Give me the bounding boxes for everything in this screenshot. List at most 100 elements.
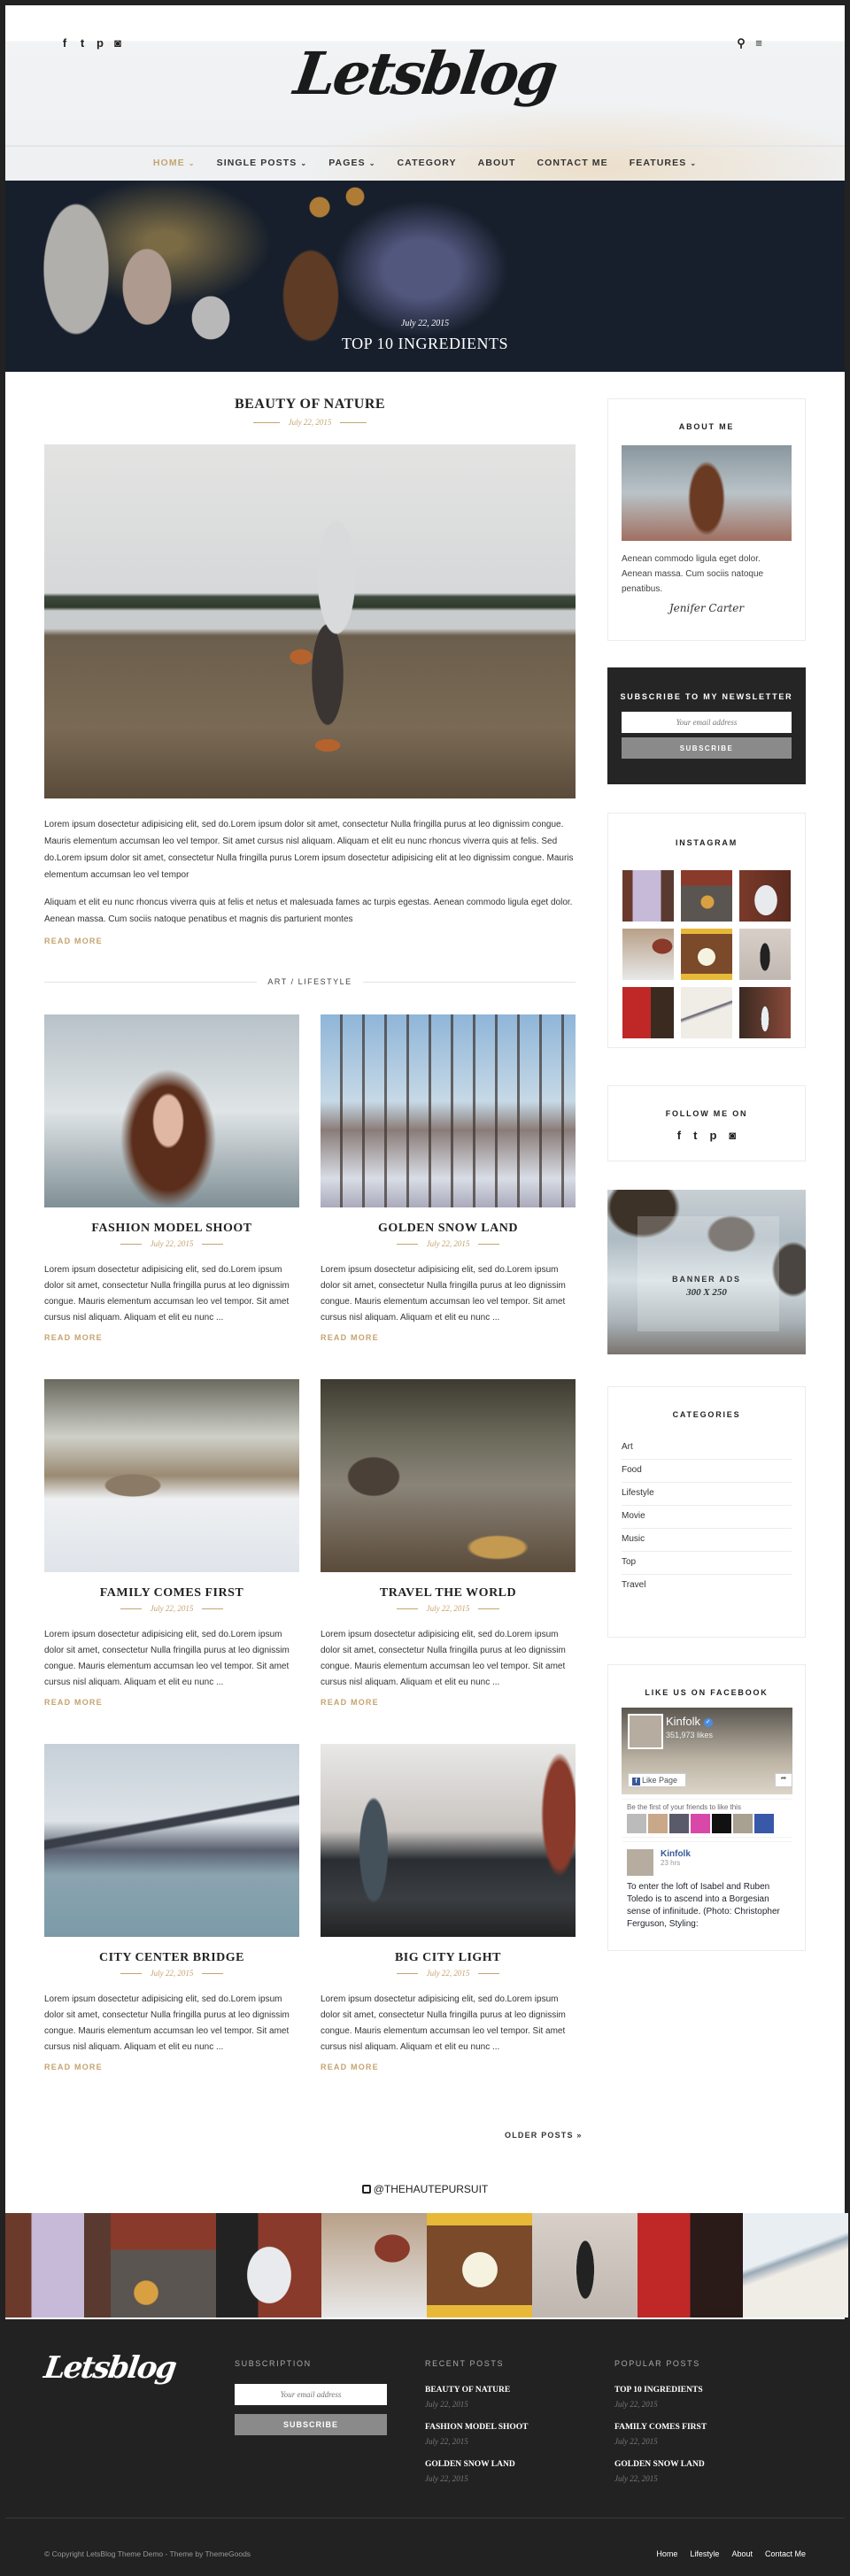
post-title[interactable]: BIG CITY LIGHT: [321, 1951, 576, 1965]
site-logo[interactable]: Letsblog: [5, 39, 845, 108]
friend-avatar[interactable]: [648, 1814, 668, 1833]
facebook-post-author[interactable]: Kinfolk: [661, 1849, 691, 1859]
friend-avatar[interactable]: [627, 1814, 646, 1833]
nav-item-features[interactable]: FEATURES ⌄: [619, 158, 707, 168]
instagram-photo[interactable]: [743, 2213, 848, 2318]
instagram-photo[interactable]: [622, 870, 674, 922]
nav-item-single-posts[interactable]: SINGLE POSTS ⌄: [206, 158, 319, 168]
facebook-share-button[interactable]: ➦: [775, 1773, 792, 1787]
read-more-link[interactable]: READ MORE: [44, 2063, 103, 2071]
footer-post: FASHION MODEL SHOOT July 22, 2015: [425, 2423, 528, 2446]
friend-avatar[interactable]: [712, 1814, 731, 1833]
featured-image[interactable]: [44, 444, 576, 798]
instagram-photo[interactable]: [681, 870, 732, 922]
read-more-link[interactable]: READ MORE: [321, 2063, 379, 2071]
post-thumbnail[interactable]: [321, 1014, 576, 1207]
post-title[interactable]: BEAUTY OF NATURE: [44, 397, 576, 413]
hero-title[interactable]: TOP 10 INGREDIENTS: [5, 335, 845, 353]
friend-avatar[interactable]: [691, 1814, 710, 1833]
hero-slider[interactable]: July 22, 2015 TOP 10 INGREDIENTS: [5, 181, 845, 372]
instagram-photo[interactable]: [427, 2213, 532, 2318]
nav-item-pages[interactable]: PAGES ⌄: [318, 158, 386, 168]
subscribe-button[interactable]: SUBSCRIBE: [622, 737, 792, 759]
category-item[interactable]: Music: [622, 1529, 792, 1552]
footer-link-home[interactable]: Home: [656, 2549, 677, 2558]
twitter-icon[interactable]: t: [693, 1129, 697, 1142]
facebook-like-page-button[interactable]: f Like Page: [628, 1773, 686, 1787]
footer-link-about[interactable]: About: [731, 2549, 753, 2558]
friends-text: Be the first of your friends to like thi…: [627, 1803, 741, 1811]
footer-logo[interactable]: Letsblog: [42, 2350, 177, 2386]
instagram-photo[interactable]: [111, 2213, 216, 2318]
post-thumbnail[interactable]: [321, 1379, 576, 1572]
instagram-photo[interactable]: [681, 987, 732, 1038]
footer-post-title[interactable]: GOLDEN SNOW LAND: [614, 2460, 707, 2469]
nav-item-about[interactable]: ABOUT: [468, 158, 527, 168]
search-icon[interactable]: ⚲: [735, 37, 747, 50]
newsletter-email-input[interactable]: [622, 712, 792, 733]
read-more-link[interactable]: READ MORE: [44, 1333, 103, 1342]
instagram-photo[interactable]: [216, 2213, 321, 2318]
instagram-photo[interactable]: [5, 2213, 111, 2318]
category-item[interactable]: Lifestyle: [622, 1483, 792, 1506]
category-links[interactable]: ART / LIFESTYLE: [267, 977, 352, 986]
footer-post-title[interactable]: TOP 10 INGREDIENTS: [614, 2386, 707, 2395]
instagram-handle[interactable]: @THEHAUTEPURSUIT: [0, 2183, 850, 2195]
footer-post-title[interactable]: FAMILY COMES FIRST: [614, 2423, 707, 2432]
facebook-page-name[interactable]: Kinfolk ✓: [666, 1715, 713, 1728]
post-title[interactable]: TRAVEL THE WORLD: [321, 1586, 576, 1600]
instagram-photo[interactable]: [622, 987, 674, 1038]
hamburger-menu-icon[interactable]: ≡: [753, 37, 765, 50]
post-thumbnail[interactable]: [44, 1744, 299, 1937]
banner-ad[interactable]: BANNER ADS 300 X 250: [607, 1190, 806, 1354]
instagram-photo[interactable]: [681, 929, 732, 980]
read-more-link[interactable]: READ MORE: [321, 1698, 379, 1707]
facebook-post-time[interactable]: 23 hrs: [661, 1859, 691, 1867]
chevron-down-icon: ⌄: [300, 159, 308, 167]
post-title[interactable]: FAMILY COMES FIRST: [44, 1586, 299, 1600]
friend-avatar[interactable]: [754, 1814, 774, 1833]
instagram-photo[interactable]: [739, 929, 791, 980]
facebook-icon[interactable]: f: [677, 1129, 681, 1142]
read-more-link[interactable]: READ MORE: [321, 1333, 379, 1342]
instagram-photo[interactable]: [739, 987, 791, 1038]
pinterest-icon[interactable]: p: [709, 1129, 716, 1142]
facebook-cover: Kinfolk ✓ 351,973 likes f Like Page ➦: [622, 1708, 792, 1794]
footer-post-title[interactable]: BEAUTY OF NATURE: [425, 2386, 528, 2395]
instagram-photo[interactable]: [739, 870, 791, 922]
category-item[interactable]: Food: [622, 1460, 792, 1483]
facebook-post-avatar[interactable]: [627, 1849, 653, 1876]
friend-avatar[interactable]: [669, 1814, 689, 1833]
post-title[interactable]: GOLDEN SNOW LAND: [321, 1222, 576, 1236]
post-thumbnail[interactable]: [44, 1379, 299, 1572]
instagram-icon[interactable]: ◙: [729, 1129, 736, 1142]
category-item[interactable]: Travel: [622, 1575, 792, 1597]
nav-item-category[interactable]: CATEGORY: [387, 158, 468, 168]
footer-post-title[interactable]: GOLDEN SNOW LAND: [425, 2460, 528, 2469]
about-text: Aenean commodo ligula eget dolor. Aenean…: [622, 554, 764, 594]
post-title[interactable]: FASHION MODEL SHOOT: [44, 1222, 299, 1236]
nav-item-home[interactable]: HOME ⌄: [143, 158, 206, 168]
footer-subscribe-button[interactable]: SUBSCRIBE: [235, 2414, 387, 2435]
facebook-page-avatar[interactable]: [628, 1714, 663, 1749]
instagram-photo[interactable]: [638, 2213, 743, 2318]
read-more-link[interactable]: READ MORE: [44, 1698, 103, 1707]
instagram-photo[interactable]: [321, 2213, 427, 2318]
category-item[interactable]: Movie: [622, 1506, 792, 1529]
post-thumbnail[interactable]: [321, 1744, 576, 1937]
instagram-photo[interactable]: [622, 929, 674, 980]
instagram-photo[interactable]: [532, 2213, 638, 2318]
footer-post-title[interactable]: FASHION MODEL SHOOT: [425, 2423, 528, 2432]
nav-item-contact-me[interactable]: CONTACT ME: [526, 158, 618, 168]
footer-link-lifestyle[interactable]: Lifestyle: [690, 2549, 719, 2558]
category-item[interactable]: Top: [622, 1552, 792, 1575]
footer-link-contact-me[interactable]: Contact Me: [765, 2549, 806, 2558]
post-title[interactable]: CITY CENTER BRIDGE: [44, 1951, 299, 1965]
older-posts-link[interactable]: OLDER POSTS »: [505, 2131, 583, 2140]
friend-avatar[interactable]: [733, 1814, 753, 1833]
footer-nav: Home Lifestyle About Contact Me: [656, 2549, 806, 2558]
post-thumbnail[interactable]: [44, 1014, 299, 1207]
category-item[interactable]: Art: [622, 1437, 792, 1460]
footer-email-input[interactable]: [235, 2384, 387, 2405]
read-more-link[interactable]: READ MORE: [44, 937, 103, 945]
